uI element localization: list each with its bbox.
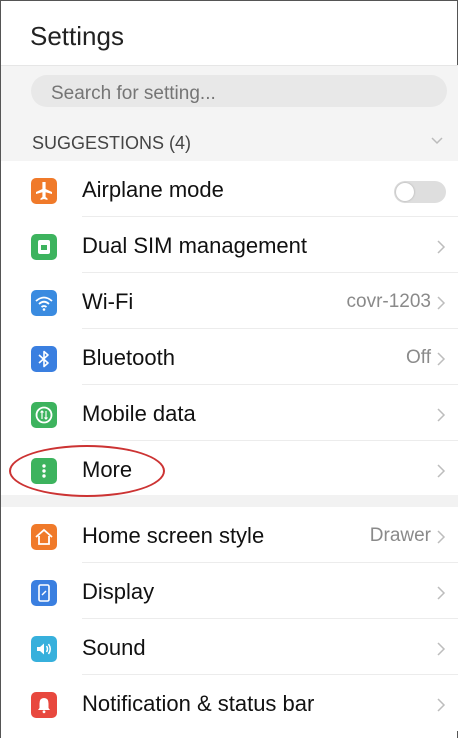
airplane-mode-toggle[interactable] [394, 181, 446, 203]
highlight-circle-annotation [9, 445, 165, 497]
suggestions-label: SUGGESTIONS (4) [32, 133, 192, 153]
search-input[interactable] [31, 75, 447, 107]
wifi-network-value: covr-1203 [346, 291, 432, 312]
chevron-right-icon [437, 240, 446, 254]
display-icon [31, 580, 57, 606]
page-title: Settings [30, 21, 124, 51]
sound-label: Sound [82, 635, 146, 660]
sim-card-icon [31, 234, 57, 260]
settings-screen: Settings SUGGESTIONS (4) Airplane mode D… [0, 0, 458, 738]
home-screen-style-value: Drawer [369, 525, 431, 546]
chevron-right-icon [437, 296, 446, 310]
settings-item-wifi[interactable]: Wi-Fi covr-1203 [1, 273, 458, 329]
mobile-data-label: Mobile data [82, 401, 196, 426]
wifi-label: Wi-Fi [82, 289, 134, 314]
home-icon [31, 524, 57, 550]
notification-label: Notification & status bar [82, 691, 315, 716]
airplane-icon [31, 178, 57, 204]
chevron-right-icon [437, 408, 446, 422]
settings-item-bluetooth[interactable]: Bluetooth Off [1, 329, 458, 385]
wifi-icon [31, 290, 57, 316]
chevron-down-icon[interactable] [429, 133, 445, 149]
settings-item-sound[interactable]: Sound [1, 619, 458, 675]
settings-item-airplane-mode[interactable]: Airplane mode [1, 161, 458, 217]
suggestions-section-header[interactable]: SUGGESTIONS (4) [1, 125, 458, 161]
bell-icon [31, 692, 57, 718]
settings-group-device: Home screen style Drawer Display Sound N… [1, 507, 458, 731]
chevron-right-icon [437, 642, 446, 656]
search-bar-container [1, 65, 458, 125]
settings-item-display[interactable]: Display [1, 563, 458, 619]
group-separator [1, 495, 458, 507]
chevron-right-icon [437, 530, 446, 544]
display-label: Display [82, 579, 155, 604]
settings-item-notification[interactable]: Notification & status bar [1, 675, 458, 731]
settings-item-dual-sim[interactable]: Dual SIM management [1, 217, 458, 273]
toggle-knob [396, 183, 414, 201]
dual-sim-label: Dual SIM management [82, 233, 307, 258]
mobile-data-icon [31, 402, 57, 428]
airplane-mode-label: Airplane mode [82, 177, 224, 202]
chevron-right-icon [437, 586, 446, 600]
home-screen-style-label: Home screen style [82, 523, 265, 548]
speaker-icon [31, 636, 57, 662]
chevron-right-icon [437, 352, 446, 366]
chevron-right-icon [437, 464, 446, 478]
bluetooth-label: Bluetooth [82, 345, 175, 370]
chevron-right-icon [437, 698, 446, 712]
settings-item-home-screen-style[interactable]: Home screen style Drawer [1, 507, 458, 563]
bluetooth-status-value: Off [406, 347, 431, 368]
bluetooth-icon [31, 346, 57, 372]
settings-item-mobile-data[interactable]: Mobile data [1, 385, 458, 441]
